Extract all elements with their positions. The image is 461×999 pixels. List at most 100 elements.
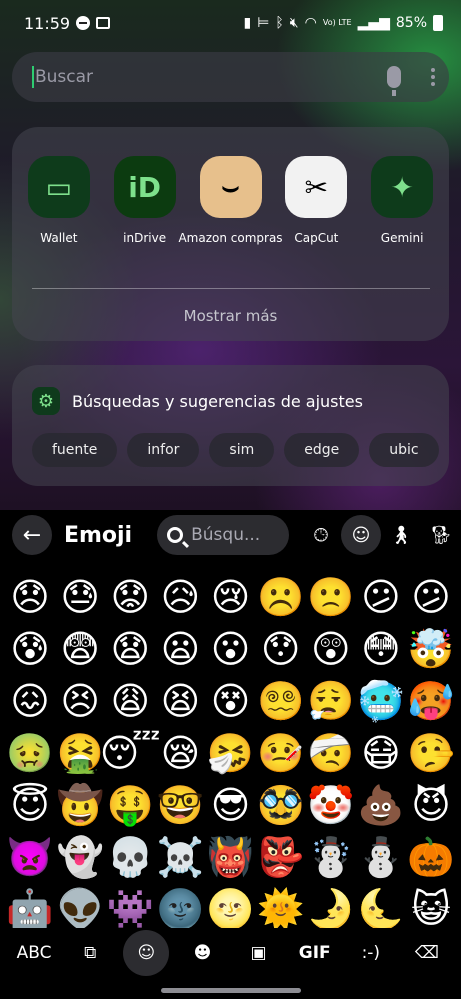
emoji-key[interactable]: 😧 [105, 624, 155, 674]
suggestion-chip[interactable]: ubic [369, 433, 439, 467]
app-wallet[interactable]: ▭ Wallet [16, 156, 102, 245]
emoji-key[interactable]: 😪 [155, 728, 205, 778]
emoji-tab-icon[interactable]: ☺︎ [123, 930, 170, 976]
emoji-key[interactable]: 👹 [206, 832, 256, 882]
emoji-key[interactable]: 🤡 [306, 780, 356, 830]
emoji-key[interactable]: ☠️ [155, 832, 205, 882]
bitmoji-icon[interactable]: ☻ [179, 930, 225, 976]
home-indicator[interactable] [161, 988, 301, 993]
app-capcut[interactable]: ✂ CapCut [274, 156, 360, 245]
emoji-key[interactable]: 💩 [356, 780, 406, 830]
emoji-key[interactable]: ⛄ [356, 832, 406, 882]
emoji-key[interactable]: 🤥 [406, 728, 456, 778]
animals-category-icon[interactable]: 🐕︎ [421, 515, 461, 555]
backspace-icon[interactable]: ⌫ [404, 930, 450, 976]
emoji-key[interactable]: 🤯 [406, 624, 456, 674]
emoji-key[interactable]: 😕 [406, 572, 456, 622]
app-indrive[interactable]: iD inDrive [102, 156, 188, 245]
emoji-key[interactable]: 👻 [55, 832, 105, 882]
emoji-key[interactable]: 😮‍💨 [306, 676, 356, 726]
clock: 11:59 [24, 13, 71, 33]
gif-button[interactable]: GIF [292, 930, 338, 976]
emoticon-button[interactable]: :-) [348, 930, 394, 976]
emoji-key[interactable]: 😩 [105, 676, 155, 726]
recent-clock-icon[interactable]: 🕒︎ [301, 515, 341, 555]
emoji-key[interactable]: 👿 [5, 832, 55, 882]
emoji-key[interactable]: 😴 [100, 728, 161, 778]
microphone-icon[interactable] [387, 66, 401, 96]
emoji-key[interactable]: 🤒 [256, 728, 306, 778]
text-cursor [32, 66, 34, 88]
emoji-key[interactable]: 👺 [256, 832, 306, 882]
emoji-key[interactable]: 😇 [5, 780, 55, 830]
emoji-row: 😖 😣 😩 😫 😵 😵‍💫 😮‍💨 🥶 🥵 [5, 676, 456, 726]
emoji-key[interactable]: 😵 [206, 676, 256, 726]
emoji-key[interactable]: 😳 [356, 624, 406, 674]
emoji-key[interactable]: 👾 [105, 884, 155, 928]
suggestion-chip[interactable]: sim [209, 433, 275, 467]
emoji-key[interactable]: 😓 [55, 572, 105, 622]
emoji-key[interactable]: 😰 [5, 624, 55, 674]
emoji-key[interactable]: 😥 [155, 572, 205, 622]
emoji-key[interactable]: 💀 [105, 832, 155, 882]
emoji-key[interactable]: 🥶 [356, 676, 406, 726]
image-notification-icon [96, 17, 111, 29]
emoji-key[interactable]: 👽 [55, 884, 105, 928]
emoji-key[interactable]: 🤑 [105, 780, 155, 830]
suggestion-chip[interactable]: fuente [32, 433, 118, 467]
sticker-search-icon[interactable]: ⧉ [67, 930, 113, 976]
emoji-key[interactable]: 😣 [55, 676, 105, 726]
emoji-key[interactable]: 🤓 [155, 780, 205, 830]
emoji-key[interactable]: ☃️ [306, 832, 356, 882]
abc-button[interactable]: ABC [11, 930, 57, 976]
emoji-key[interactable]: 😕 [356, 572, 406, 622]
emoji-search-field[interactable]: Búsqu... [157, 515, 289, 555]
emoji-key[interactable]: 😫 [155, 676, 205, 726]
emoji-key[interactable]: 🤮 [55, 728, 105, 778]
show-more-button[interactable]: Mostrar más [12, 307, 449, 325]
emoji-key[interactable]: 😮 [206, 624, 256, 674]
suggestion-chip[interactable]: infor [127, 433, 200, 467]
emoji-key[interactable]: 🙁 [306, 572, 356, 622]
emoji-key[interactable]: 🌝 [206, 884, 256, 928]
search-input[interactable]: Buscar [35, 67, 93, 87]
app-gemini[interactable]: ✦ Gemini [359, 156, 445, 245]
people-category-icon[interactable]: 🚶︎ [381, 515, 421, 555]
sticker-icon[interactable]: ▣ [236, 930, 282, 976]
emoji-key[interactable]: 🤧 [206, 728, 256, 778]
app-amazon[interactable]: ⌣ Amazon compras [178, 156, 283, 245]
back-arrow-icon[interactable]: ← [12, 515, 52, 555]
emoji-key[interactable]: 😲 [306, 624, 356, 674]
emoji-key[interactable]: ☹️ [256, 572, 306, 622]
emoji-key[interactable]: 😟 [105, 572, 155, 622]
app-suggestions-card: ▭ Wallet iD inDrive ⌣ Amazon compras ✂ CapCut ✦ G… [12, 127, 449, 341]
emoji-row: 😇 🤠 🤑 🤓 😎 🥸 🤡 💩 😈 [5, 780, 456, 830]
emoji-key[interactable]: 🥸 [256, 780, 306, 830]
do-not-disturb-icon [76, 16, 91, 30]
emoji-key[interactable]: 😺 [406, 884, 456, 928]
emoji-key[interactable]: 🥵 [406, 676, 456, 726]
emoji-key[interactable]: 😷 [356, 728, 406, 778]
emoji-key[interactable]: 🤖 [5, 884, 55, 928]
search-bar[interactable]: Buscar [12, 52, 449, 102]
emoji-key[interactable]: 😯 [256, 624, 306, 674]
emoji-key[interactable]: 😞 [5, 572, 55, 622]
suggestion-chip[interactable]: edge [284, 433, 360, 467]
smiley-category-icon[interactable]: ☺︎ [341, 515, 381, 555]
emoji-key[interactable]: 🤢 [5, 728, 55, 778]
emoji-key[interactable]: 🤕 [306, 728, 356, 778]
emoji-key[interactable]: 😎 [206, 780, 256, 830]
more-options-icon[interactable] [431, 68, 435, 86]
emoji-key[interactable]: 😢 [206, 572, 256, 622]
emoji-key[interactable]: 😵‍💫 [256, 676, 306, 726]
emoji-key[interactable]: 🌚 [155, 884, 205, 928]
emoji-key[interactable]: 🌞 [256, 884, 306, 928]
emoji-key[interactable]: 😈 [406, 780, 456, 830]
emoji-key[interactable]: 😦 [155, 624, 205, 674]
emoji-key[interactable]: 🌜 [356, 884, 406, 928]
emoji-key[interactable]: 🎃 [406, 832, 456, 882]
emoji-key[interactable]: 😨 [55, 624, 105, 674]
emoji-key[interactable]: 🤠 [55, 780, 105, 830]
emoji-key[interactable]: 😖 [5, 676, 55, 726]
emoji-key[interactable]: 🌛 [306, 884, 356, 928]
